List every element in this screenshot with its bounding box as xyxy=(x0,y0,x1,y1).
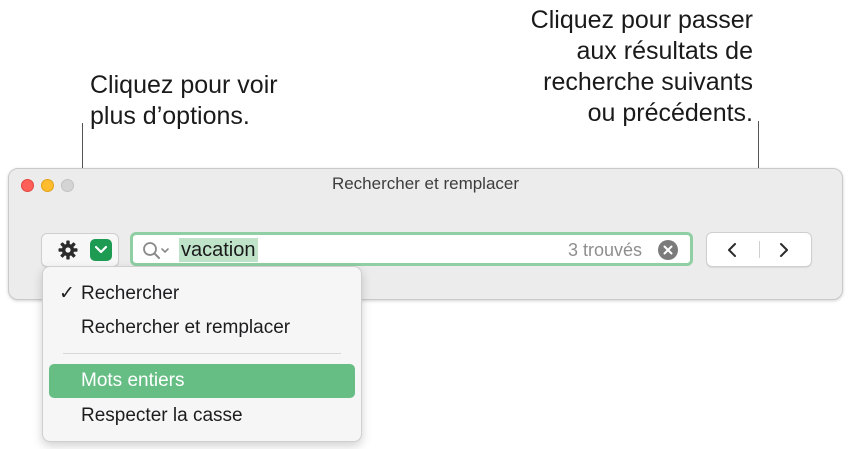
options-callout-line: Cliquez pour voir xyxy=(90,71,278,99)
options-callout-line: plus d’options. xyxy=(90,102,250,130)
gear-icon xyxy=(58,240,78,260)
options-callout: Cliquez pour voir plus d’options. xyxy=(90,70,278,132)
window-title: Rechercher et remplacer xyxy=(331,174,520,193)
chevron-right-icon xyxy=(780,243,788,257)
menu-item-label: Rechercher et remplacer xyxy=(81,317,291,338)
menu-item-rechercher-et-remplacer[interactable]: Rechercher et remplacer xyxy=(49,311,355,345)
chevron-down-icon xyxy=(90,239,112,261)
previous-result-button[interactable] xyxy=(707,233,759,266)
menu-separator xyxy=(63,353,341,354)
search-input-value[interactable]: vacation xyxy=(179,238,258,262)
navigation-callout: Cliquez pour passer aux résultats de rec… xyxy=(531,5,753,129)
navigation-callout-line: aux résultats de xyxy=(576,37,754,65)
menu-item-respecter-la-casse[interactable]: Respecter la casse xyxy=(49,399,355,433)
menu-item-label: Rechercher xyxy=(81,283,180,304)
search-field[interactable]: vacation 3 trouvés xyxy=(130,232,693,266)
navigation-callout-line: ou précédents. xyxy=(587,99,753,127)
next-result-button[interactable] xyxy=(759,233,811,266)
clear-icon[interactable] xyxy=(658,240,678,260)
menu-item-rechercher[interactable]: ✓ Rechercher xyxy=(49,277,355,311)
result-navigation xyxy=(706,232,812,267)
menu-item-label: Respecter la casse xyxy=(81,405,243,426)
checkmark-icon: ✓ xyxy=(59,283,75,304)
navigation-callout-line: Cliquez pour passer xyxy=(530,6,753,34)
match-count: 3 trouvés xyxy=(567,240,642,260)
menu-item-mots-entiers[interactable]: Mots entiers xyxy=(49,364,355,398)
chevron-left-icon xyxy=(728,243,736,257)
menu-item-label: Mots entiers xyxy=(81,370,185,391)
title-bar: Rechercher et remplacer xyxy=(9,169,842,199)
search-options-menu: ✓ Rechercher Rechercher et remplacer Mot… xyxy=(42,266,362,442)
navigation-callout-line: recherche suivants xyxy=(543,68,753,96)
search-options-button[interactable] xyxy=(41,233,119,267)
search-icon xyxy=(143,242,169,259)
